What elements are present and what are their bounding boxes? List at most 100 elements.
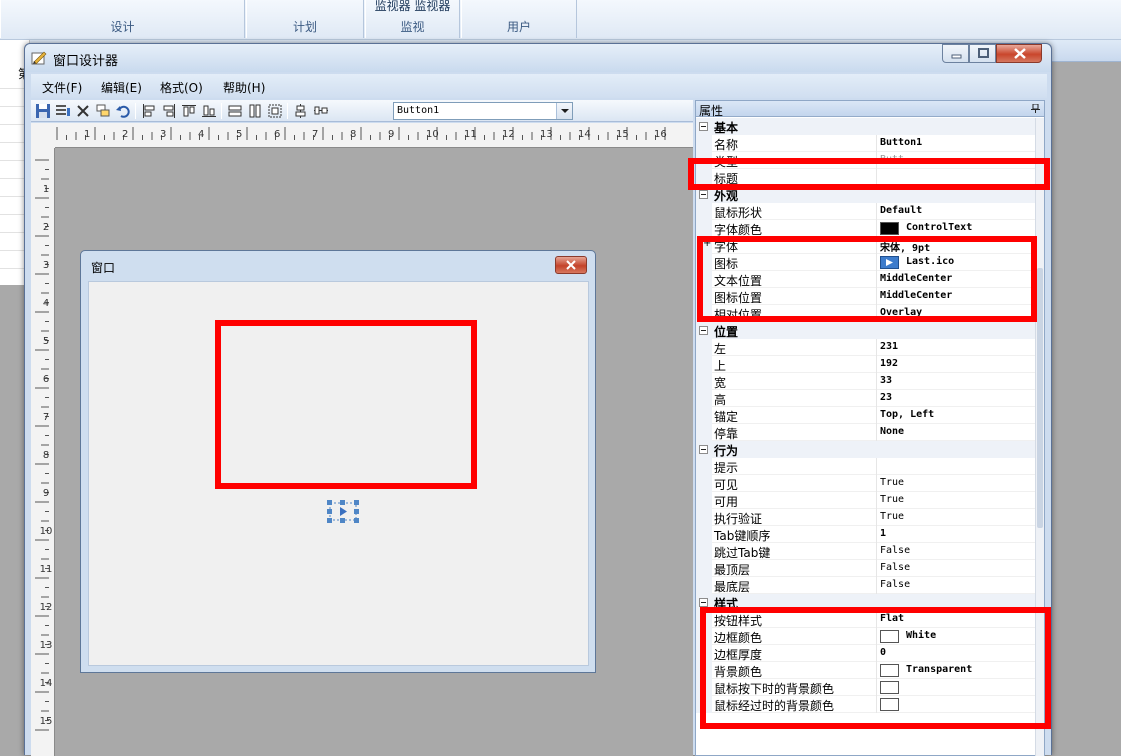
- title-bar[interactable]: 窗口设计器: [25, 44, 1051, 72]
- property-name: 左: [714, 342, 727, 356]
- property-row[interactable]: 跳过Tab键 False: [696, 543, 1035, 560]
- menu-file[interactable]: 文件(F): [42, 79, 82, 96]
- property-category[interactable]: 位置: [696, 322, 1035, 339]
- ribbon-group-user[interactable]: 用户: [461, 0, 577, 38]
- property-value[interactable]: 33: [880, 375, 892, 386]
- property-value[interactable]: Top, Left: [880, 409, 934, 420]
- undo-icon[interactable]: [115, 103, 131, 119]
- ruler-tick-label: 13: [540, 129, 553, 140]
- color-swatch: [880, 222, 899, 235]
- align-left-icon[interactable]: [141, 103, 157, 119]
- ribbon-monitor-buttons[interactable]: 监视器 监视器: [366, 0, 459, 14]
- collapse-icon[interactable]: [699, 445, 708, 454]
- row-gutter: [696, 526, 712, 543]
- ruler-tick-label: 11: [464, 129, 477, 140]
- property-value[interactable]: True: [880, 477, 904, 488]
- ruler-tick-label: 16: [654, 129, 667, 140]
- ruler-corner: [31, 123, 55, 148]
- scrollbar-thumb[interactable]: [1037, 268, 1043, 528]
- designer-app-icon: [31, 51, 47, 65]
- column-divider: [876, 560, 877, 577]
- properties-title: 属性: [699, 104, 724, 118]
- property-value[interactable]: ControlText: [906, 222, 972, 233]
- menu-format[interactable]: 格式(O): [160, 79, 203, 96]
- minimize-button[interactable]: [942, 44, 969, 63]
- property-value[interactable]: Button1: [880, 137, 922, 148]
- align-right-icon[interactable]: [161, 103, 177, 119]
- center-horizontal-icon[interactable]: [313, 103, 329, 119]
- minimize-icon: [951, 54, 962, 59]
- form-close-button[interactable]: [555, 256, 587, 274]
- property-row[interactable]: 高 23: [696, 390, 1035, 407]
- highlight-box-title: [688, 158, 1050, 190]
- ribbon-group-monitor[interactable]: 监视器 监视器 监视: [365, 0, 460, 38]
- control-select[interactable]: Button1: [393, 102, 573, 120]
- property-value[interactable]: None: [880, 426, 904, 437]
- form-title: 窗口: [91, 261, 116, 275]
- same-height-icon[interactable]: [247, 103, 263, 119]
- property-category[interactable]: 行为: [696, 441, 1035, 458]
- column-divider: [876, 203, 877, 220]
- property-row[interactable]: 上 192: [696, 356, 1035, 373]
- property-row[interactable]: 鼠标形状 Default: [696, 203, 1035, 220]
- menu-edit[interactable]: 编辑(E): [101, 79, 142, 96]
- save-icon[interactable]: [35, 103, 51, 119]
- selected-button-control[interactable]: [327, 500, 359, 523]
- collapse-icon[interactable]: [699, 326, 708, 335]
- collapse-icon[interactable]: [699, 190, 708, 199]
- row-gutter: [696, 390, 712, 407]
- column-divider: [876, 356, 877, 373]
- align-bottom-icon[interactable]: [201, 103, 217, 119]
- column-divider: [876, 509, 877, 526]
- ribbon-group-design[interactable]: 设计: [0, 0, 245, 38]
- property-row[interactable]: 左 231: [696, 339, 1035, 356]
- delete-icon[interactable]: [75, 103, 91, 119]
- property-row[interactable]: 提示: [696, 458, 1035, 475]
- pin-icon[interactable]: [1031, 104, 1040, 113]
- property-value[interactable]: 231: [880, 341, 898, 352]
- category-label: 行为: [714, 444, 739, 458]
- property-value[interactable]: False: [880, 562, 910, 573]
- collapse-icon[interactable]: [699, 598, 708, 607]
- property-row[interactable]: 字体颜色 ControlText: [696, 220, 1035, 237]
- close-button[interactable]: [996, 44, 1042, 63]
- property-row[interactable]: 最顶层 False: [696, 560, 1035, 577]
- property-row[interactable]: 锚定 Top, Left: [696, 407, 1035, 424]
- property-value[interactable]: False: [880, 545, 910, 556]
- copy-icon[interactable]: [95, 103, 111, 119]
- menu-help[interactable]: 帮助(H): [223, 79, 265, 96]
- property-row[interactable]: 可用 True: [696, 492, 1035, 509]
- property-row[interactable]: 可见 True: [696, 475, 1035, 492]
- property-value[interactable]: 192: [880, 358, 898, 369]
- property-name: 提示: [714, 461, 739, 475]
- align-top-icon[interactable]: [181, 103, 197, 119]
- collapse-icon[interactable]: [699, 122, 708, 131]
- properties-icon[interactable]: [55, 103, 71, 119]
- property-value[interactable]: True: [880, 494, 904, 505]
- property-value[interactable]: 23: [880, 392, 892, 403]
- row-gutter: [696, 475, 712, 492]
- property-value[interactable]: Default: [880, 205, 922, 216]
- property-value[interactable]: 1: [880, 528, 886, 539]
- ruler-tick-label: 10: [426, 129, 439, 140]
- property-category[interactable]: 基本: [696, 118, 1035, 135]
- property-value[interactable]: False: [880, 579, 910, 590]
- property-row[interactable]: Tab键顺序 1: [696, 526, 1035, 543]
- same-size-icon[interactable]: [267, 103, 283, 119]
- property-row[interactable]: 停靠 None: [696, 424, 1035, 441]
- maximize-button[interactable]: [969, 44, 996, 63]
- row-gutter: [696, 203, 712, 220]
- chevron-down-icon[interactable]: [556, 103, 572, 119]
- property-value[interactable]: True: [880, 511, 904, 522]
- ruler-tick-label: 4: [198, 129, 204, 140]
- property-row[interactable]: 宽 33: [696, 373, 1035, 390]
- property-row[interactable]: 执行验证 True: [696, 509, 1035, 526]
- same-width-icon[interactable]: [227, 103, 243, 119]
- property-row[interactable]: 名称 Button1: [696, 135, 1035, 152]
- property-name: Tab键顺序: [714, 529, 771, 543]
- ribbon-group-plan[interactable]: 计划: [246, 0, 364, 38]
- property-row[interactable]: 最底层 False: [696, 577, 1035, 594]
- center-vertical-icon[interactable]: [293, 103, 309, 119]
- column-divider: [876, 373, 877, 390]
- ruler-tick-label: 9: [43, 488, 49, 499]
